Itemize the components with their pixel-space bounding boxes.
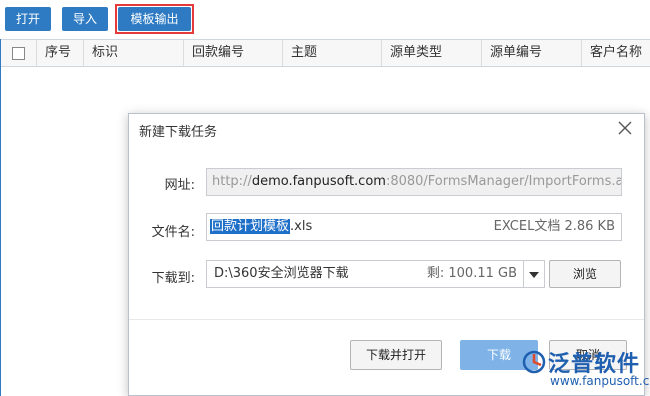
column-header[interactable]: 客户名称 — [582, 40, 650, 66]
filename-field[interactable]: 回款计划模板.xls EXCEL文档 2.86 KB — [206, 213, 622, 241]
divider — [129, 319, 644, 320]
select-all-checkbox[interactable] — [12, 47, 25, 60]
toolbar: 打开 导入 模板输出 — [0, 0, 650, 40]
url-prefix: http:// — [212, 174, 252, 189]
url-host: demo.fanpusoft.com — [251, 174, 386, 189]
chevron-down-icon — [529, 272, 539, 278]
import-button[interactable]: 导入 — [62, 7, 108, 31]
column-header[interactable]: 序号 — [37, 40, 84, 66]
highlight-box — [115, 4, 194, 34]
grid-header: 序号 标识 回款编号 主题 源单类型 源单编号 客户名称 — [1, 39, 650, 67]
brand-watermark: 泛普软件 www.fanpusoft.com — [520, 346, 650, 396]
url-label: 网址: — [164, 178, 195, 193]
saveto-field[interactable]: D:\360安全浏览器下载 剩: 100.11 GB — [206, 260, 524, 288]
column-header[interactable]: 标识 — [84, 40, 184, 66]
brand-logo-icon — [522, 350, 546, 374]
file-meta: EXCEL文档 2.86 KB — [493, 219, 615, 234]
dialog-title: 新建下载任务 — [139, 125, 218, 140]
column-header[interactable]: 源单编号 — [482, 40, 582, 66]
saveto-dropdown[interactable] — [523, 260, 545, 288]
filename-label: 文件名: — [151, 225, 195, 240]
column-header[interactable]: 主题 — [283, 40, 382, 66]
url-rest: :8080/FormsManager/ImportForms.aspx?Fo — [385, 174, 621, 189]
browse-button[interactable]: 浏览 — [549, 260, 621, 288]
filename-ext: .xls — [290, 219, 313, 234]
url-field[interactable]: http://demo.fanpusoft.com:8080/FormsMana… — [206, 168, 622, 196]
saveto-label: 下载到: — [151, 271, 195, 286]
column-header[interactable]: 回款编号 — [184, 40, 283, 66]
close-icon[interactable] — [618, 121, 632, 135]
select-all-cell — [1, 40, 37, 66]
brand-url: www.fanpusoft.com — [550, 374, 650, 388]
column-header[interactable]: 源单类型 — [382, 40, 482, 66]
open-button[interactable]: 打开 — [5, 7, 51, 31]
download-open-button[interactable]: 下载并打开 — [350, 340, 442, 370]
filename-selection: 回款计划模板 — [210, 219, 291, 234]
saveto-path: D:\360安全浏览器下载 — [214, 266, 349, 281]
free-space: 剩: 100.11 GB — [426, 266, 517, 281]
